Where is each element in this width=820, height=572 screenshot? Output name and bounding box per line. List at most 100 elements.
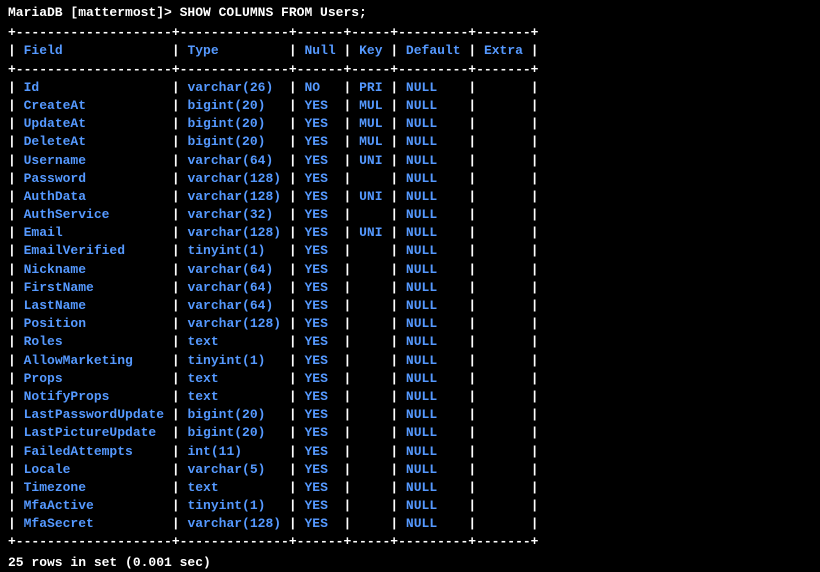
cell-field: Nickname [24, 262, 164, 277]
cell-null: YES [304, 516, 335, 531]
cell-key [359, 498, 382, 513]
cell-null: YES [304, 444, 335, 459]
cell-extra [484, 243, 523, 258]
table-row: | DeleteAt | bigint(20) | YES | MUL | NU… [8, 133, 812, 151]
cell-type: tinyint(1) [187, 243, 281, 258]
header-null: Null [304, 43, 335, 58]
cell-default: NULL [406, 98, 461, 113]
cell-default: NULL [406, 462, 461, 477]
table-row: | LastPictureUpdate | bigint(20) | YES |… [8, 424, 812, 442]
cell-null: YES [304, 116, 335, 131]
cell-key [359, 298, 382, 313]
cell-default: NULL [406, 280, 461, 295]
cell-extra [484, 516, 523, 531]
table-row: | Timezone | text | YES | | NULL | | [8, 479, 812, 497]
cell-default: NULL [406, 153, 461, 168]
header-type: Type [187, 43, 281, 58]
cell-extra [484, 116, 523, 131]
cell-key [359, 516, 382, 531]
cell-null: NO [304, 80, 335, 95]
cell-field: DeleteAt [24, 134, 164, 149]
table-row: | AuthData | varchar(128) | YES | UNI | … [8, 188, 812, 206]
cell-default: NULL [406, 243, 461, 258]
cell-extra [484, 153, 523, 168]
cell-field: CreateAt [24, 98, 164, 113]
cell-extra [484, 98, 523, 113]
cell-null: YES [304, 262, 335, 277]
cell-null: YES [304, 371, 335, 386]
cell-extra [484, 444, 523, 459]
cell-default: NULL [406, 116, 461, 131]
cell-key [359, 389, 382, 404]
cell-default: NULL [406, 225, 461, 240]
cell-default: NULL [406, 371, 461, 386]
cell-key: MUL [359, 134, 382, 149]
cell-key [359, 171, 382, 186]
cell-default: NULL [406, 207, 461, 222]
table-row: | CreateAt | bigint(20) | YES | MUL | NU… [8, 97, 812, 115]
cell-extra [484, 353, 523, 368]
cell-type: varchar(128) [187, 316, 281, 331]
table-row: | Position | varchar(128) | YES | | NULL… [8, 315, 812, 333]
cell-field: Props [24, 371, 164, 386]
table-row: | Nickname | varchar(64) | YES | | NULL … [8, 261, 812, 279]
cell-null: YES [304, 243, 335, 258]
cell-type: varchar(32) [187, 207, 281, 222]
table-row: | LastPasswordUpdate | bigint(20) | YES … [8, 406, 812, 424]
table-row: | FirstName | varchar(64) | YES | | NULL… [8, 279, 812, 297]
cell-field: FirstName [24, 280, 164, 295]
table-header-row: | Field | Type | Null | Key | Default | … [8, 42, 812, 60]
table-row: | Id | varchar(26) | NO | PRI | NULL | | [8, 79, 812, 97]
cell-default: NULL [406, 298, 461, 313]
cell-null: YES [304, 480, 335, 495]
cell-extra [484, 280, 523, 295]
table-row: | FailedAttempts | int(11) | YES | | NUL… [8, 443, 812, 461]
cell-type: varchar(64) [187, 153, 281, 168]
table-row: | Email | varchar(128) | YES | UNI | NUL… [8, 224, 812, 242]
header-default: Default [406, 43, 461, 58]
cell-field: AllowMarketing [24, 353, 164, 368]
cell-key [359, 280, 382, 295]
cell-null: YES [304, 316, 335, 331]
cell-type: varchar(64) [187, 298, 281, 313]
cell-key [359, 462, 382, 477]
table-row: | MfaActive | tinyint(1) | YES | | NULL … [8, 497, 812, 515]
table-row: | Username | varchar(64) | YES | UNI | N… [8, 152, 812, 170]
cell-key [359, 262, 382, 277]
cell-extra [484, 189, 523, 204]
table-row: | UpdateAt | bigint(20) | YES | MUL | NU… [8, 115, 812, 133]
cell-field: FailedAttempts [24, 444, 164, 459]
cell-default: NULL [406, 425, 461, 440]
cell-extra [484, 425, 523, 440]
cell-field: UpdateAt [24, 116, 164, 131]
cell-field: NotifyProps [24, 389, 164, 404]
cell-key: MUL [359, 116, 382, 131]
cell-field: Locale [24, 462, 164, 477]
cell-null: YES [304, 353, 335, 368]
cell-null: YES [304, 425, 335, 440]
cell-type: bigint(20) [187, 407, 281, 422]
cell-field: Timezone [24, 480, 164, 495]
cell-default: NULL [406, 171, 461, 186]
cell-null: YES [304, 207, 335, 222]
cell-null: YES [304, 407, 335, 422]
table-border-mid: +--------------------+--------------+---… [8, 61, 812, 79]
cell-type: bigint(20) [187, 116, 281, 131]
cell-null: YES [304, 334, 335, 349]
cell-type: text [187, 389, 281, 404]
cell-null: YES [304, 189, 335, 204]
cell-extra [484, 207, 523, 222]
cell-type: int(11) [187, 444, 281, 459]
cell-null: YES [304, 298, 335, 313]
table-border-bottom: +--------------------+--------------+---… [8, 533, 812, 551]
cell-field: LastPasswordUpdate [24, 407, 164, 422]
cell-default: NULL [406, 353, 461, 368]
result-footer: 25 rows in set (0.001 sec) [8, 554, 812, 572]
cell-default: NULL [406, 134, 461, 149]
cell-key [359, 480, 382, 495]
cell-type: varchar(128) [187, 171, 281, 186]
cell-key [359, 334, 382, 349]
cell-default: NULL [406, 334, 461, 349]
cell-extra [484, 225, 523, 240]
cell-default: NULL [406, 316, 461, 331]
